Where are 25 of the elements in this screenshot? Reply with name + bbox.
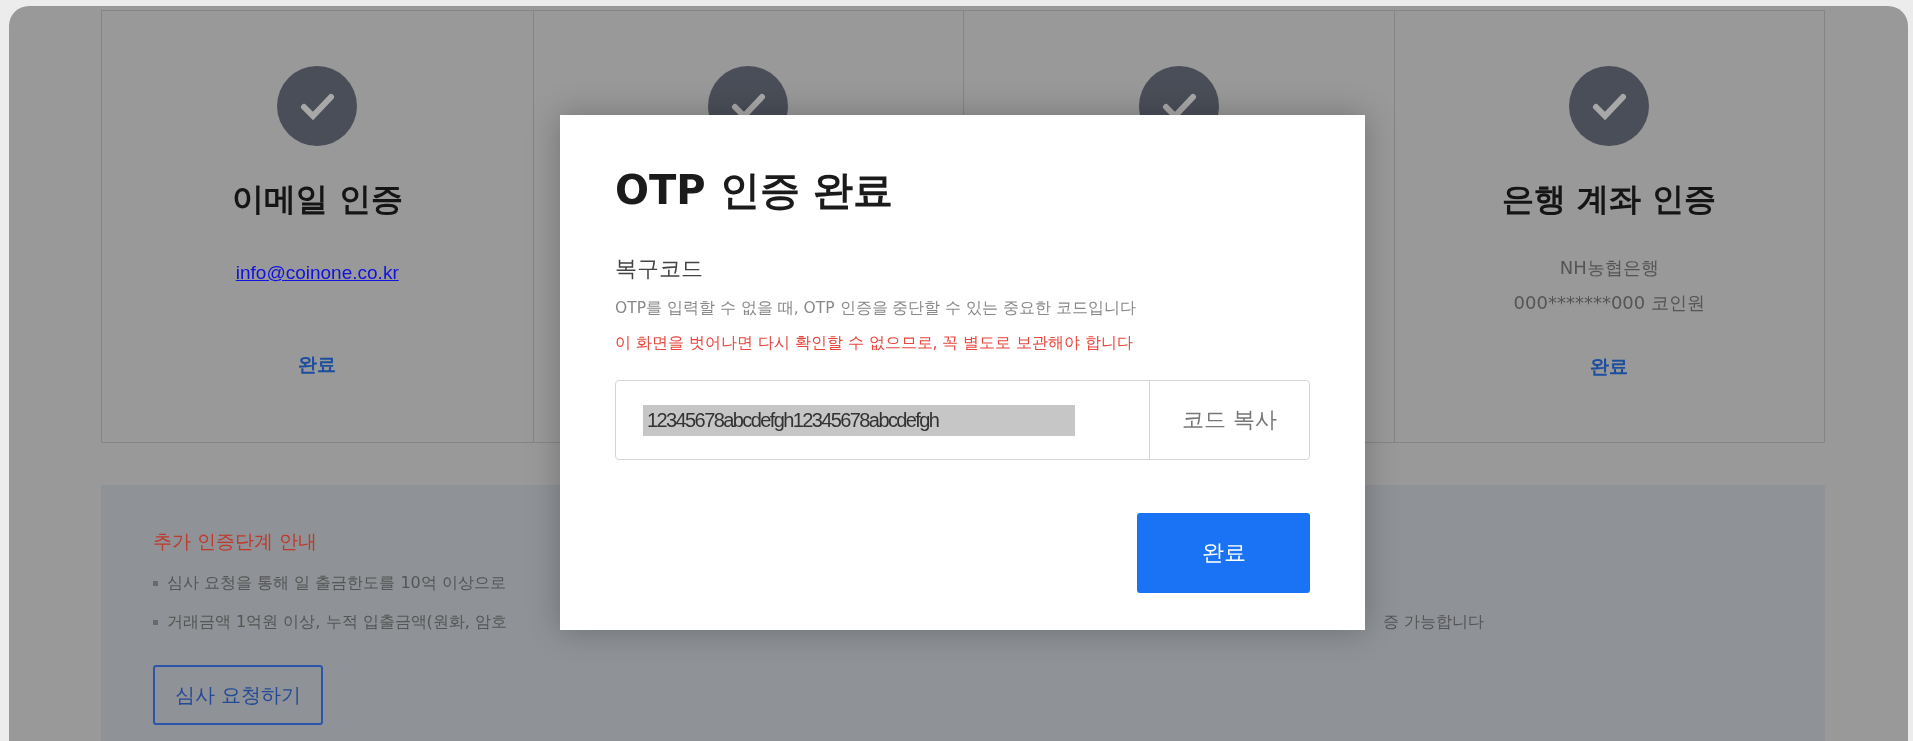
check-icon: [277, 66, 358, 146]
confirm-button[interactable]: 완료: [1137, 513, 1310, 593]
notice-text: 거래금액 1억원 이상, 누적 입출금액(원화, 암호: [167, 612, 509, 633]
check-icon: [708, 66, 789, 116]
card-title: 이메일 인증: [231, 179, 403, 220]
notice-title: 추가 인증단계 안내: [153, 529, 318, 554]
account-text: NH농협은행: [1559, 256, 1659, 280]
check-icon: [1569, 66, 1650, 146]
card-title: 은행 계좌 인증: [1502, 179, 1717, 220]
account-text: 000*******000 코인원: [1513, 291, 1705, 315]
notice-text: 심사 요청을 통해 일 출금한도를 10억 이상으로: [167, 573, 507, 594]
email-link[interactable]: info@coinone.co.kr: [235, 262, 399, 284]
modal-title: OTP 인증 완료: [615, 166, 895, 215]
notice-text: 증 가능합니다: [1383, 612, 1485, 633]
check-icon: [1138, 66, 1219, 116]
recovery-code-field[interactable]: 12345678abcdefgh12345678abcdefgh: [643, 404, 1075, 436]
warning-text: 이 화면을 벗어나면 다시 확인할 수 없으므로, 꼭 별도로 보관해야 합니다: [615, 333, 1135, 354]
description-text: OTP를 입력할 수 없을 때, OTP 인증을 중단할 수 있는 중요한 코드입니다: [615, 298, 1138, 319]
review-request-button[interactable]: 심사 요청하기: [153, 665, 324, 725]
bullet-icon: [153, 620, 158, 625]
copy-code-button[interactable]: 코드 복사: [1149, 381, 1309, 459]
status-text: 완료: [298, 352, 337, 377]
bullet-icon: [153, 581, 158, 586]
status-text: 완료: [1590, 354, 1629, 379]
field-label: 복구코드: [615, 255, 704, 283]
